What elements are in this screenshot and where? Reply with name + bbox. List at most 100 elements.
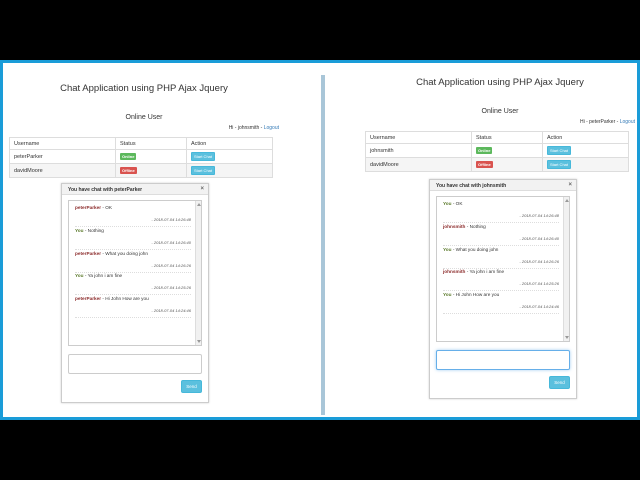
chat-dialog-title: You have chat with johnsmith — [436, 183, 507, 189]
status-cell: Offline — [115, 163, 187, 178]
column-header-username: Username — [9, 137, 116, 150]
message-text: - Nothing — [465, 224, 486, 229]
greeting: Hi - johnsmith - Logout — [229, 125, 279, 131]
message-text: - What you doing john — [451, 247, 499, 252]
chat-dialog: You have chat with johnsmith × You - OK -… — [429, 179, 577, 399]
page-title: Chat Application using PHP Ajax Jquery — [60, 83, 228, 94]
chat-message: You - Nothing - 2018-07-04 14:26:40 — [75, 228, 191, 250]
chat-dialog-title: You have chat with peterParker — [68, 187, 143, 193]
chat-dialog-header: You have chat with peterParker × — [62, 184, 208, 195]
message-time: - 2018-07-04 14:25:26 — [519, 281, 559, 286]
message-text: - OK — [101, 205, 113, 210]
message-time: - 2018-07-04 14:26:26 — [519, 259, 559, 264]
username-cell: peterParker — [9, 149, 116, 164]
username-cell: davidMoore — [365, 157, 472, 172]
chat-message: You - What you doing john - 2018-07-04 14… — [443, 247, 559, 269]
scrollbar[interactable] — [195, 201, 201, 345]
table-header-row: Username Status Action — [9, 137, 273, 150]
logout-link[interactable]: Logout — [620, 119, 635, 125]
column-header-username: Username — [365, 131, 472, 144]
start-chat-button[interactable]: Start Chat — [191, 166, 216, 175]
chat-dialog: You have chat with peterParker × peterPa… — [61, 183, 209, 403]
table-row: davidMoore Offline Start Chat — [365, 157, 629, 172]
message-time: - 2018-07-04 14:25:26 — [151, 285, 191, 290]
online-user-heading: Online User — [125, 114, 163, 121]
send-button[interactable]: Send — [181, 380, 202, 393]
chat-message: johnsmith - Nothing - 2018-07-04 14:26:40 — [443, 224, 559, 246]
table-row: davidMoore Offline Start Chat — [9, 163, 273, 178]
column-header-status: Status — [471, 131, 543, 144]
column-header-action: Action — [186, 137, 273, 150]
message-time: - 2018-07-04 14:24:46 — [519, 304, 559, 309]
greeting-text: Hi - johnsmith - — [228, 125, 264, 131]
message-sender: peterParker — [75, 205, 102, 210]
chat-message: peterParker - What you doing john - 2018-… — [75, 251, 191, 273]
logout-link[interactable]: Logout — [264, 125, 279, 131]
column-header-action: Action — [542, 131, 629, 144]
scrollbar[interactable] — [563, 197, 569, 341]
close-icon[interactable]: × — [200, 186, 204, 192]
message-time: - 2018-07-04 14:26:48 — [151, 217, 191, 222]
status-cell: Offline — [471, 157, 543, 172]
message-time: - 2018-07-04 14:26:40 — [151, 240, 191, 245]
divider — [321, 75, 325, 415]
message-time: - 2018-07-04 14:26:26 — [151, 263, 191, 268]
message-sender: You — [75, 228, 84, 233]
action-cell: Start Chat — [186, 163, 273, 178]
chat-history[interactable]: peterParker - OK - 2018-07-04 14:26:48 Yo… — [68, 200, 202, 346]
chat-message: johnsmith - Ya john i am fine - 2018-07-0… — [443, 269, 559, 291]
table-header-row: Username Status Action — [365, 131, 629, 144]
start-chat-button[interactable]: Start Chat — [547, 146, 572, 155]
start-chat-button[interactable]: Start Chat — [547, 160, 572, 169]
message-time: - 2018-07-04 14:26:48 — [519, 213, 559, 218]
message-sender: johnsmith — [443, 269, 466, 274]
scroll-down-icon[interactable] — [197, 340, 201, 343]
action-cell: Start Chat — [542, 143, 629, 158]
status-badge: Online — [120, 153, 137, 160]
column-header-status: Status — [115, 137, 187, 150]
greeting-text: Hi - peterParker - — [579, 119, 620, 125]
chat-message: You - Ya john i am fine - 2018-07-04 14:2… — [75, 273, 191, 295]
action-cell: Start Chat — [186, 149, 273, 164]
screen: Chat Application using PHP Ajax Jquery O… — [3, 63, 637, 417]
send-button[interactable]: Send — [549, 376, 570, 389]
message-text: - What you doing john — [101, 251, 148, 256]
scroll-up-icon[interactable] — [197, 203, 201, 206]
message-sender: You — [443, 247, 452, 252]
close-icon[interactable]: × — [568, 182, 572, 188]
chat-history[interactable]: You - OK - 2018-07-04 14:26:48 johnsmith … — [436, 196, 570, 342]
message-sender: You — [443, 292, 452, 297]
message-sender: johnsmith — [443, 224, 466, 229]
username-cell: davidMoore — [9, 163, 116, 178]
username-cell: johnsmith — [365, 143, 472, 158]
chat-message-input[interactable] — [436, 350, 570, 370]
start-chat-button[interactable]: Start Chat — [191, 152, 216, 161]
message-text: - Ya john i am fine — [465, 269, 505, 274]
message-text: - Nothing — [83, 228, 104, 233]
online-users-table: Username Status Action peterParker Onlin… — [9, 137, 273, 178]
action-cell: Start Chat — [542, 157, 629, 172]
status-badge: Offline — [476, 161, 493, 168]
chat-dialog-header: You have chat with johnsmith × — [430, 180, 576, 191]
chat-message: You - OK - 2018-07-04 14:26:48 — [443, 201, 559, 223]
online-users-table: Username Status Action johnsmith Online … — [365, 131, 629, 172]
greeting: Hi - peterParker - Logout — [580, 119, 635, 125]
message-text: - OK — [451, 201, 463, 206]
message-time: - 2018-07-04 14:24:46 — [151, 308, 191, 313]
scroll-up-icon[interactable] — [565, 199, 569, 202]
status-cell: Online — [471, 143, 543, 158]
chat-message: peterParker - Hi John How are you - 2018-… — [75, 296, 191, 318]
chat-message-input[interactable] — [68, 354, 202, 374]
video-frame: Chat Application using PHP Ajax Jquery O… — [0, 60, 640, 420]
message-sender: peterParker — [75, 251, 102, 256]
status-badge: Offline — [120, 167, 137, 174]
message-sender: You — [443, 201, 452, 206]
chat-message: peterParker - OK - 2018-07-04 14:26:48 — [75, 205, 191, 227]
chat-message: You - Hi John How are you - 2018-07-04 14… — [443, 292, 559, 314]
message-text: - Hi John How are you — [101, 296, 149, 301]
status-cell: Online — [115, 149, 187, 164]
message-text: - Hi John How are you — [451, 292, 500, 297]
table-row: johnsmith Online Start Chat — [365, 143, 629, 158]
scroll-down-icon[interactable] — [565, 336, 569, 339]
message-time: - 2018-07-04 14:26:40 — [519, 236, 559, 241]
